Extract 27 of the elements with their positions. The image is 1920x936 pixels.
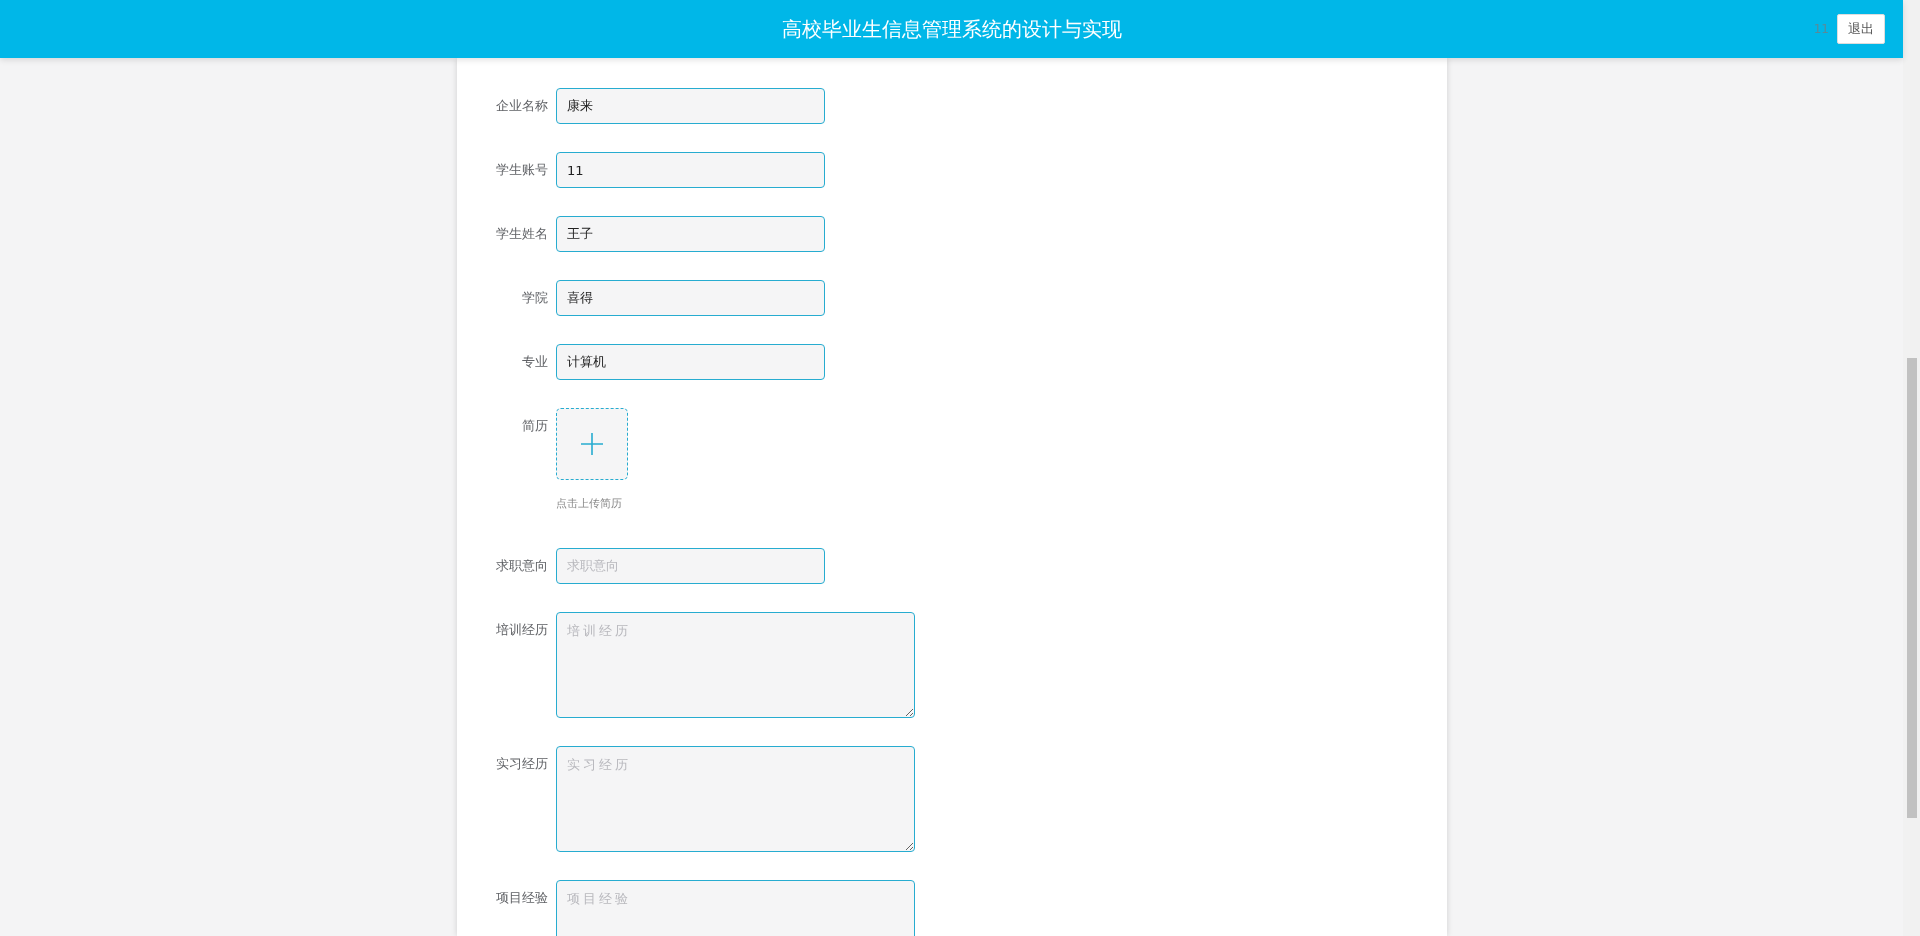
field-label: 企业名称 <box>495 97 548 115</box>
field-label: 求职意向 <box>495 556 548 575</box>
field-label: 实习经历 <box>495 754 548 773</box>
upload-hint: 点击上传简历 <box>556 496 623 512</box>
input-field[interactable]: 康来 <box>556 88 825 124</box>
app-title: 高校毕业生信息管理系统的设计与实现 <box>781 16 1122 43</box>
field-label: 专业 <box>521 353 548 371</box>
input-field[interactable]: 计算机 <box>556 344 825 380</box>
scrollbar-thumb[interactable] <box>1906 358 1917 818</box>
text-area[interactable]: 项目经验 <box>556 879 915 936</box>
upload-button[interactable] <box>556 408 628 480</box>
field-label: 项目经验 <box>495 888 548 907</box>
text-area[interactable]: 实习经历 <box>556 745 915 852</box>
field-label: 学生账号 <box>495 161 548 179</box>
text-area[interactable]: 培训经历 <box>556 611 915 718</box>
logout-button[interactable]: 退出 <box>1837 14 1885 44</box>
field-label: 简历 <box>521 417 548 435</box>
field-label: 学生姓名 <box>495 225 548 243</box>
field-label: 培训经历 <box>495 620 548 639</box>
input-field[interactable]: 求职意向 <box>556 547 825 584</box>
field-label: 学院 <box>521 289 548 307</box>
input-field[interactable]: 王子 <box>556 216 825 252</box>
input-field[interactable]: 喜得 <box>556 280 825 316</box>
scrollbar[interactable] <box>1903 0 1920 936</box>
plus-icon <box>580 432 604 456</box>
user-name: 11 <box>1813 21 1829 38</box>
input-field[interactable]: 11 <box>556 152 825 188</box>
